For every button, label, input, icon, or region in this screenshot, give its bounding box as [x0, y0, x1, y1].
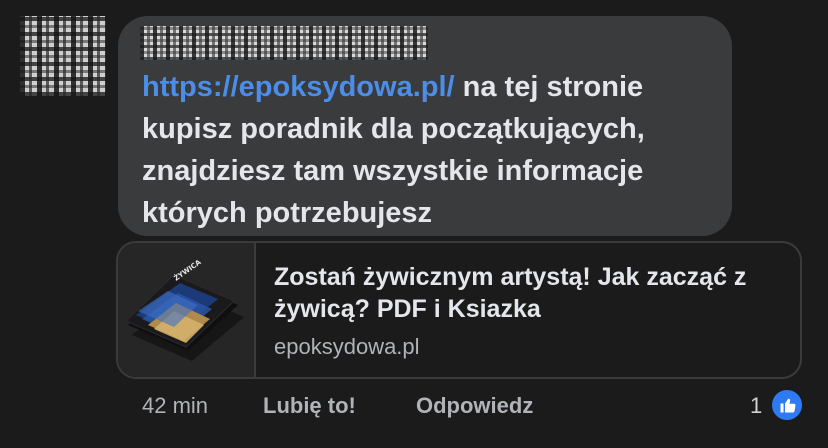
comment-actions: 42 min Lubię to! Odpowiedz 1	[0, 388, 828, 423]
link-preview-title[interactable]: Zostań żywicznym artystą! Jak zacząć z ż…	[274, 261, 774, 325]
comment-text: https://epoksydowa.pl/ na tej stronie ku…	[142, 66, 722, 234]
reply-button[interactable]: Odpowiedz	[416, 393, 533, 419]
comment-link[interactable]: https://epoksydowa.pl/	[142, 71, 455, 103]
book-cover-title: ŻYWICA	[172, 257, 203, 283]
thumbs-up-icon[interactable]	[770, 388, 804, 422]
book-cover-image: ŻYWICA	[125, 257, 244, 361]
avatar[interactable]	[20, 16, 106, 96]
author-name-redacted[interactable]	[140, 26, 428, 60]
like-button[interactable]: Lubię to!	[263, 393, 356, 419]
comment-thread: https://epoksydowa.pl/ na tej stronie ku…	[0, 0, 828, 448]
link-preview-domain: epoksydowa.pl	[274, 334, 420, 359]
comment-timestamp[interactable]: 42 min	[142, 393, 208, 419]
link-preview-card[interactable]: ŻYWICA Zostań żywicznym artystą! Jak zac…	[116, 241, 802, 379]
reaction-count[interactable]: 1	[750, 393, 762, 419]
link-preview-thumbnail: ŻYWICA	[118, 243, 256, 377]
